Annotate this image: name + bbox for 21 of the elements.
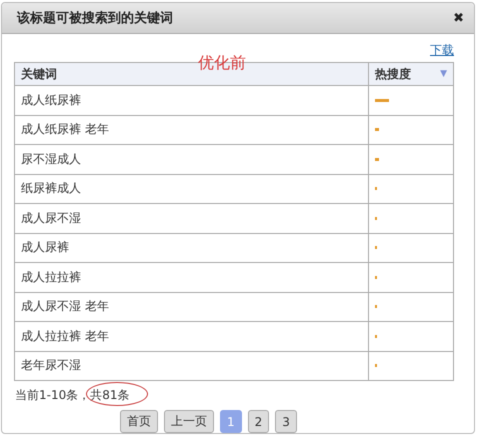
download-link[interactable]: 下载 xyxy=(430,42,454,60)
keyword-cell: 成人拉拉裤 老年 xyxy=(14,322,368,351)
keyword-cell: 尿不湿成人 xyxy=(14,144,368,174)
page-button[interactable]: 上一页 xyxy=(164,410,214,433)
keyword-cell: 老年尿不湿 xyxy=(14,351,368,380)
column-header[interactable]: 热搜度 ▼ xyxy=(368,62,454,86)
keyword-cell: 纸尿裤成人 xyxy=(14,174,368,204)
keyword-cell: 成人纸尿裤 老年 xyxy=(14,115,368,144)
column-label: 热搜度 xyxy=(375,66,411,82)
keyword-cell: 成人尿不湿 xyxy=(14,204,368,233)
keyword-cell: 成人尿不湿 老年 xyxy=(14,292,368,322)
keyword-cell: 成人纸尿裤 xyxy=(14,86,368,115)
page-button[interactable]: 2 xyxy=(248,410,270,433)
page-button[interactable]: 首页 xyxy=(120,410,158,433)
window-title: 该标题可被搜索到的关键词 xyxy=(17,10,173,27)
keyword-cell: 成人拉拉裤 xyxy=(14,262,368,292)
summary-text: 当前1-10条，共81条 xyxy=(15,388,130,402)
highlight-ellipse xyxy=(86,382,148,406)
close-button[interactable]: ✖ xyxy=(453,10,464,26)
keyword-cell: 成人尿裤 xyxy=(14,233,368,262)
page-button[interactable]: 3 xyxy=(275,410,297,433)
